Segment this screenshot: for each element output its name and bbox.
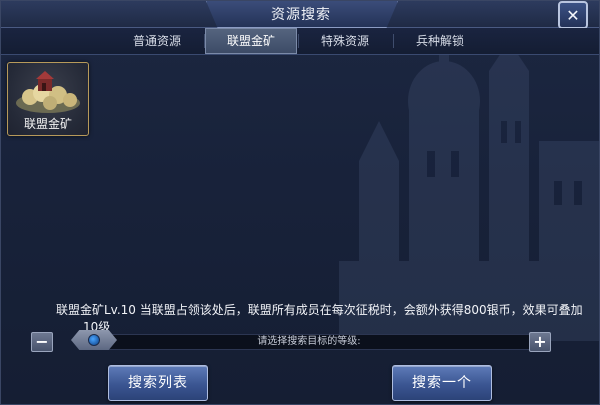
title-bar: 资源搜索 <box>1 1 599 28</box>
gold-mine-icon <box>16 71 80 113</box>
slider-dot-icon <box>88 334 100 346</box>
resource-description: 联盟金矿Lv.10 当联盟占领该处后，联盟所有成员在每次征税时，会额外获得800… <box>56 303 583 317</box>
close-button[interactable]: ✕ <box>558 1 588 29</box>
card-label: 联盟金矿 <box>23 117 72 131</box>
level-slider-track[interactable]: 请选择搜索目标的等级: <box>81 334 537 350</box>
decrease-level-button[interactable]: − <box>31 332 53 352</box>
tab-special-resources[interactable]: 特殊资源 <box>299 28 391 54</box>
tab-bar: 普通资源 联盟金矿 特殊资源 兵种解锁 <box>1 28 599 55</box>
alliance-gold-mine-card[interactable]: 联盟金矿 <box>7 62 89 136</box>
search-one-button[interactable]: 搜索一个 <box>392 365 492 401</box>
tab-normal-resources[interactable]: 普通资源 <box>111 28 203 54</box>
castle-background-icon <box>339 41 599 341</box>
close-icon: ✕ <box>566 5 580 25</box>
resource-search-window: 资源搜索 ✕ 普通资源 联盟金矿 特殊资源 兵种解锁 联盟金矿 联盟金矿Lv.1… <box>0 0 600 405</box>
search-list-button[interactable]: 搜索列表 <box>108 365 208 401</box>
level-slider-thumb[interactable] <box>71 330 117 350</box>
increase-level-button[interactable]: + <box>529 332 551 352</box>
level-selector: − 请选择搜索目标的等级: + <box>31 330 571 354</box>
minus-icon: − <box>35 332 49 351</box>
tab-unit-unlock[interactable]: 兵种解锁 <box>394 28 486 54</box>
plus-icon: + <box>533 332 547 351</box>
window-title: 资源搜索 <box>271 7 331 23</box>
tab-alliance-gold-mine[interactable]: 联盟金矿 <box>205 28 297 54</box>
level-hint: 请选择搜索目标的等级: <box>257 336 361 347</box>
